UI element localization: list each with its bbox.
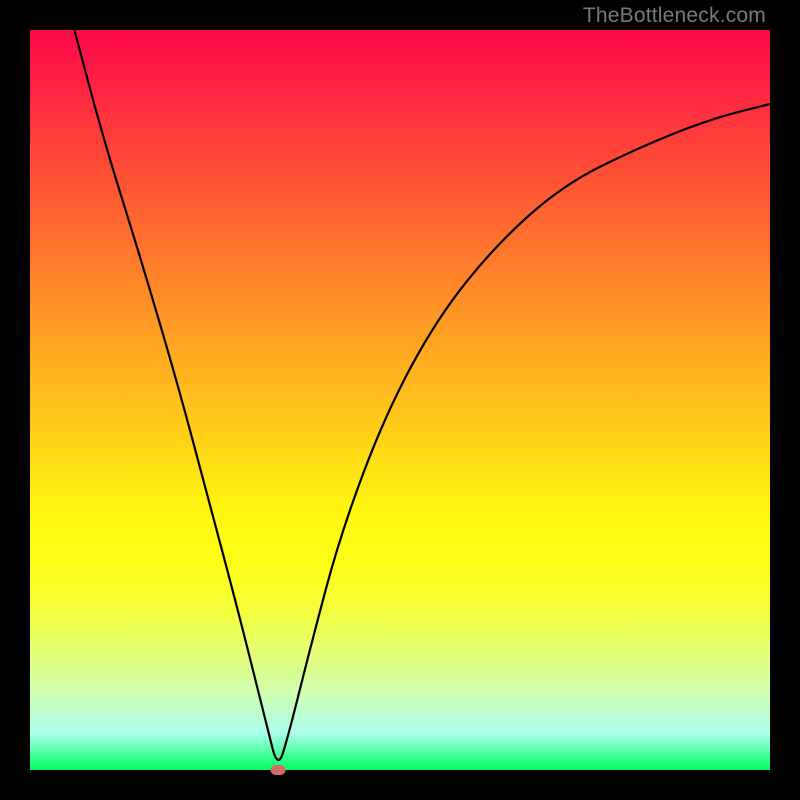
watermark-text: TheBottleneck.com: [583, 4, 766, 28]
plot-area: [30, 30, 770, 770]
chart-frame: TheBottleneck.com: [0, 0, 800, 800]
curve-layer: [30, 30, 770, 770]
bottleneck-curve: [74, 30, 770, 760]
optimum-marker: [270, 765, 285, 775]
